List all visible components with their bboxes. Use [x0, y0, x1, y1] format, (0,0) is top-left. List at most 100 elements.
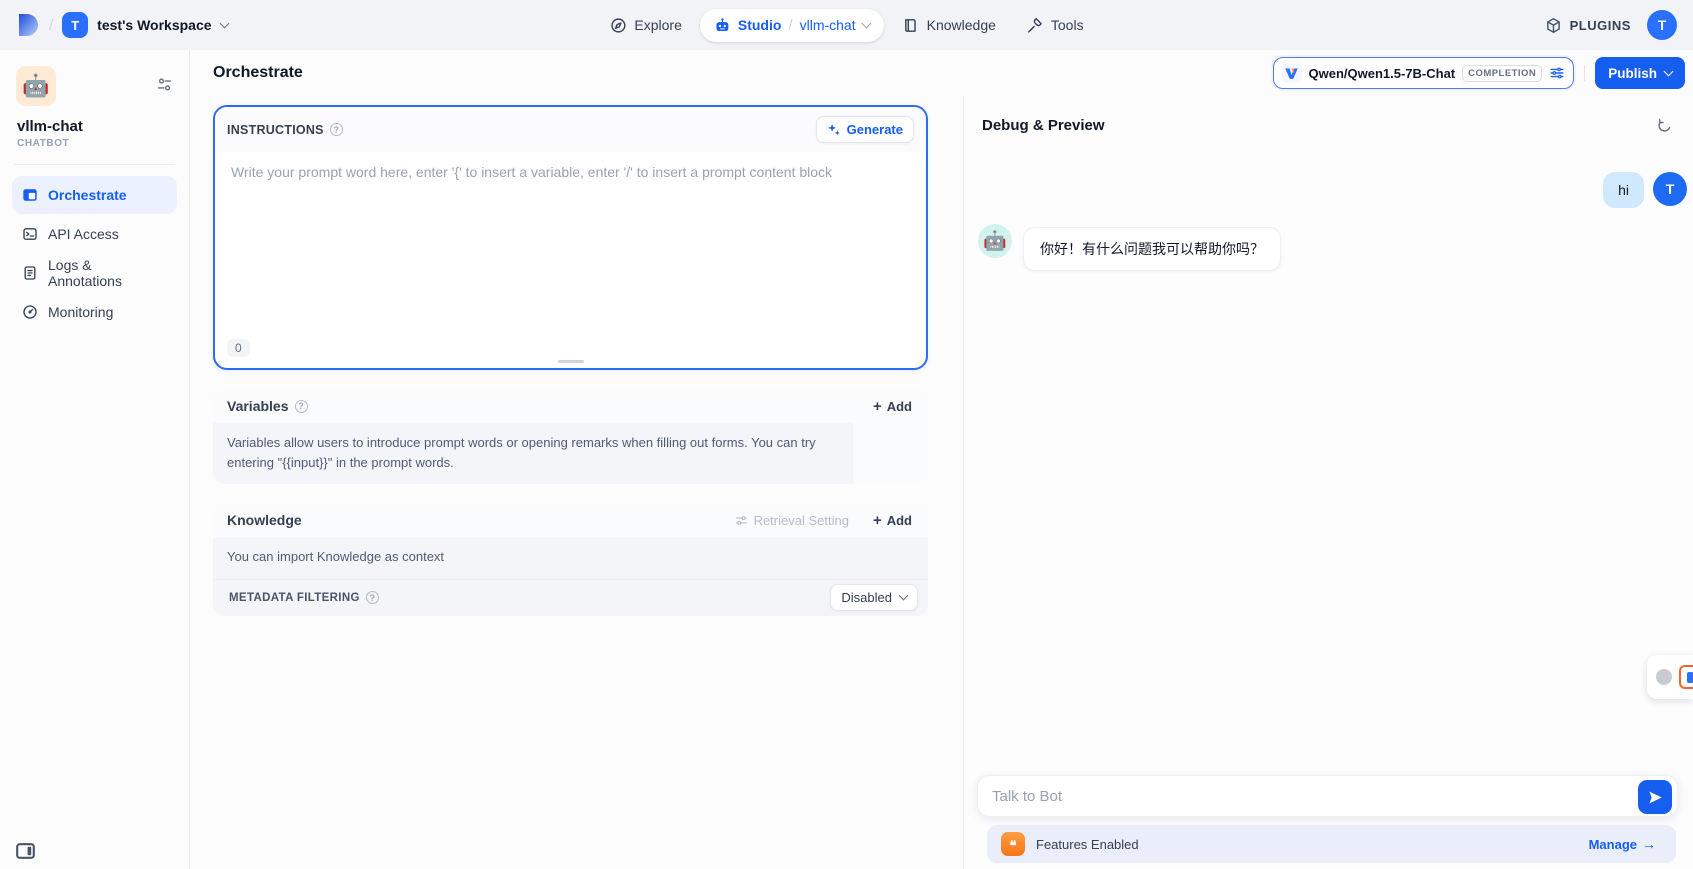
knowledge-description: You can import Knowledge as context	[213, 537, 928, 579]
dify-logo[interactable]	[16, 12, 40, 38]
nav-studio-pill[interactable]: Studio / vllm-chat	[700, 9, 884, 42]
plugins-button[interactable]: PLUGINS	[1545, 17, 1631, 34]
add-variable-button[interactable]: Add	[871, 394, 914, 419]
app-icon[interactable]: 🤖	[16, 66, 56, 106]
publish-button[interactable]: Publish	[1595, 57, 1685, 89]
send-button[interactable]	[1638, 780, 1672, 814]
model-name: Qwen/Qwen1.5-7B-Chat	[1309, 66, 1456, 81]
arrow-right-icon	[1642, 836, 1656, 852]
variables-card: Variables Add Variables allow users to i…	[213, 389, 928, 484]
chat-input[interactable]	[990, 787, 1629, 806]
nav-tools[interactable]: Tools	[1014, 9, 1096, 42]
sidebar-item-logs-annotations[interactable]: Logs & Annotations	[12, 254, 177, 292]
app-type-badge: CHATBOT	[17, 138, 177, 149]
chat-message-user: hi T	[978, 172, 1689, 208]
info-icon[interactable]	[366, 591, 379, 604]
info-icon[interactable]	[330, 123, 343, 136]
sidebar-item-label: Logs & Annotations	[48, 257, 167, 289]
model-mode-badge: COMPLETION	[1462, 65, 1542, 82]
robot-icon	[714, 17, 731, 34]
breadcrumb-slash: /	[49, 17, 53, 34]
nav-studio-label: Studio	[738, 17, 782, 33]
nav-app-label: vllm-chat	[800, 17, 856, 33]
workspace-avatar[interactable]: T	[62, 12, 88, 38]
pill-slash: /	[788, 17, 792, 34]
retrieval-setting-button[interactable]: Retrieval Setting	[729, 512, 855, 529]
user-chat-avatar: T	[1653, 172, 1687, 206]
sidebar-item-label: Monitoring	[48, 304, 113, 320]
user-avatar[interactable]: T	[1647, 10, 1677, 40]
sidebar-item-label: Orchestrate	[48, 187, 127, 203]
instructions-title: INSTRUCTIONS	[227, 123, 324, 137]
floating-widget[interactable]	[1647, 655, 1693, 699]
orchestrate-window-icon	[22, 187, 38, 203]
chat-message-assistant: 🤖 你好！有什么问题我可以帮助你吗？	[978, 224, 1689, 271]
knowledge-card: Knowledge Retrieval Setting Add You c	[213, 503, 928, 616]
orchestrate-panel: INSTRUCTIONS Generate 0	[190, 96, 963, 869]
add-label: Add	[887, 513, 912, 528]
logs-document-icon	[22, 265, 38, 281]
retrieval-setting-label: Retrieval Setting	[754, 513, 849, 528]
generate-label: Generate	[847, 122, 903, 137]
model-tuning-icon[interactable]	[1549, 65, 1565, 81]
bot-message-bubble: 你好！有什么问题我可以帮助你吗？	[1023, 227, 1281, 271]
features-quote-icon	[1001, 832, 1025, 856]
add-label: Add	[887, 399, 912, 414]
sidebar-divider	[14, 164, 175, 165]
features-bar: Features Enabled Manage	[987, 825, 1676, 863]
info-icon[interactable]	[295, 400, 308, 413]
instructions-input[interactable]	[219, 154, 922, 339]
publish-label: Publish	[1608, 66, 1657, 81]
plus-icon	[873, 398, 885, 415]
chevron-down-icon	[899, 591, 909, 601]
sidebar-item-api-access[interactable]: API Access	[12, 215, 177, 253]
page-title: Orchestrate	[213, 64, 303, 82]
plugins-label: PLUGINS	[1570, 18, 1631, 33]
variables-description: Variables allow users to introduce promp…	[213, 423, 853, 484]
vllm-logo-icon	[1282, 63, 1302, 83]
chat-input-box	[977, 775, 1678, 817]
nav-knowledge[interactable]: Knowledge	[890, 9, 1008, 42]
features-enabled-label: Features Enabled	[1036, 837, 1139, 852]
char-count-badge: 0	[227, 339, 250, 357]
workspace-name[interactable]: test's Workspace	[97, 17, 211, 33]
nav-knowledge-label: Knowledge	[927, 17, 996, 33]
chevron-down-icon[interactable]	[861, 18, 871, 28]
metadata-filtering-label: METADATA FILTERING	[229, 592, 360, 604]
explore-icon	[609, 17, 626, 34]
nav-explore[interactable]: Explore	[597, 9, 693, 42]
tools-hammer-icon	[1026, 17, 1043, 34]
chat-history: hi T 🤖 你好！有什么问题我可以帮助你吗？	[964, 144, 1693, 775]
page-chrome: Orchestrate Qwen/Qwen1.5-7B-Chat COMPLET…	[190, 50, 1693, 96]
manage-features-button[interactable]: Manage	[1583, 835, 1662, 853]
sidebar-item-orchestrate[interactable]: Orchestrate	[12, 176, 177, 214]
metadata-filtering-select[interactable]: Disabled	[830, 584, 918, 611]
plus-icon	[873, 512, 885, 529]
user-message-bubble: hi	[1603, 172, 1644, 208]
widget-logo-icon	[1679, 665, 1693, 689]
knowledge-title: Knowledge	[227, 512, 302, 528]
model-selector[interactable]: Qwen/Qwen1.5-7B-Chat COMPLETION	[1273, 57, 1575, 89]
knowledge-book-icon	[902, 17, 919, 34]
collapse-sidebar-button[interactable]	[16, 843, 35, 859]
chrome-divider	[1584, 65, 1585, 81]
manage-label: Manage	[1589, 837, 1637, 852]
app-settings-icon[interactable]	[156, 76, 173, 93]
retrieval-setting-icon	[735, 514, 748, 527]
sidebar-item-label: API Access	[48, 226, 119, 242]
app-name: vllm-chat	[17, 118, 177, 135]
nav-tools-label: Tools	[1051, 17, 1084, 33]
resize-handle[interactable]	[558, 360, 584, 363]
chevron-down-icon[interactable]	[219, 18, 229, 28]
debug-preview-panel: Debug & Preview hi T 🤖 你好！有什么问题我可以帮助你吗？	[963, 96, 1693, 869]
app-sidebar: 🤖 vllm-chat CHATBOT Orchestrate API Acce…	[0, 50, 190, 869]
nav-explore-label: Explore	[634, 17, 681, 33]
metadata-filtering-row: METADATA FILTERING Disabled	[213, 579, 928, 616]
sidebar-item-monitoring[interactable]: Monitoring	[12, 293, 177, 331]
chevron-down-icon	[1664, 66, 1674, 76]
add-knowledge-button[interactable]: Add	[871, 508, 914, 533]
instructions-card: INSTRUCTIONS Generate 0	[213, 105, 928, 370]
generate-button[interactable]: Generate	[816, 116, 914, 143]
bot-avatar: 🤖	[978, 224, 1012, 258]
restart-conversation-icon[interactable]	[1654, 115, 1675, 136]
